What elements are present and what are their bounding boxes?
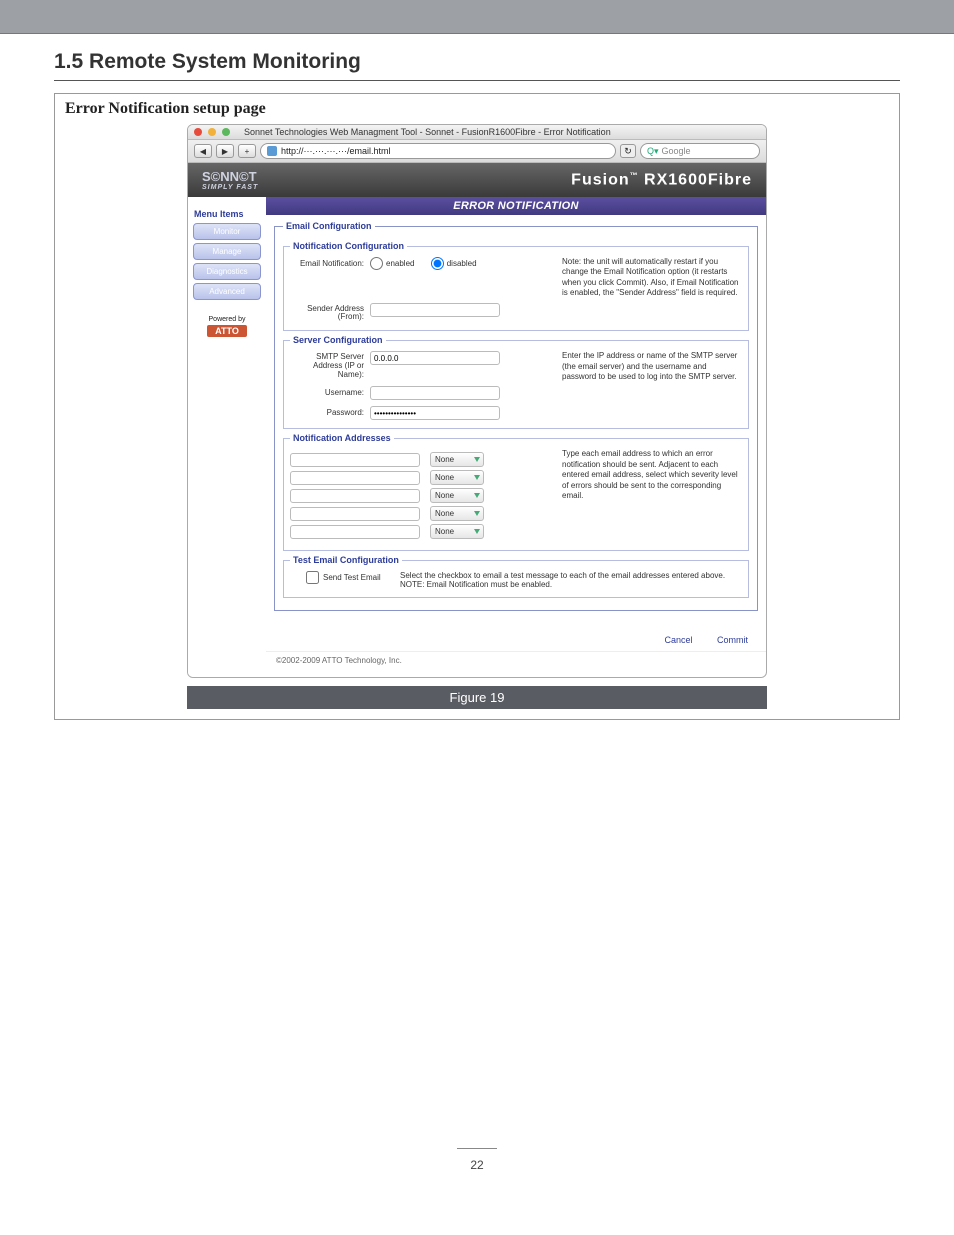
- address-url: http://···.···.···.···/email.html: [281, 146, 391, 156]
- figure-frame: Error Notification setup page Sonnet Tec…: [54, 93, 900, 720]
- notif-email-input-2[interactable]: [290, 471, 420, 485]
- commit-button[interactable]: Commit: [717, 635, 748, 645]
- copyright: ©2002-2009 ATTO Technology, Inc.: [266, 651, 766, 669]
- username-input[interactable]: [370, 386, 500, 400]
- severity-select-4[interactable]: None: [430, 506, 484, 521]
- notification-addresses-group: Notification Addresses None None None No…: [283, 433, 749, 551]
- atto-badge: ATTO: [207, 325, 247, 337]
- close-icon[interactable]: [194, 128, 202, 136]
- page-number: 22: [0, 1158, 954, 1172]
- magnifier-icon: Q▾: [647, 146, 659, 157]
- zoom-icon[interactable]: [222, 128, 230, 136]
- label-smtp-address: SMTP Server Address (IP or Name):: [290, 351, 370, 379]
- search-placeholder: Google: [662, 146, 691, 156]
- sidebar-item-diagnostics[interactable]: Diagnostics: [193, 263, 261, 280]
- severity-select-3[interactable]: None: [430, 488, 484, 503]
- notif-addr-hint: Type each email address to which an erro…: [562, 449, 742, 501]
- site-favicon-icon: [267, 146, 277, 156]
- server-config-hint: Enter the IP address or name of the SMTP…: [562, 351, 742, 382]
- notif-email-input-4[interactable]: [290, 507, 420, 521]
- page-title: ERROR NOTIFICATION: [266, 197, 766, 215]
- reload-button[interactable]: ↻: [620, 144, 636, 158]
- email-configuration-group: Email Configuration Notification Configu…: [274, 221, 758, 611]
- window-title: Sonnet Technologies Web Managment Tool -…: [244, 127, 611, 137]
- sidebar-header: Menu Items: [194, 209, 262, 219]
- brand-logo: S©NN©T: [202, 169, 258, 184]
- browser-window: Sonnet Technologies Web Managment Tool -…: [187, 124, 767, 678]
- notif-config-hint: Note: the unit will automatically restar…: [562, 257, 742, 299]
- notif-email-input-5[interactable]: [290, 525, 420, 539]
- product-name: Fusion™ RX1600Fibre: [571, 171, 752, 189]
- notif-addr-legend: Notification Addresses: [290, 433, 394, 443]
- action-buttons: Cancel Commit: [266, 617, 766, 651]
- browser-toolbar: ◀ ▶ + http://···.···.···.···/email.html …: [188, 140, 766, 163]
- forward-button[interactable]: ▶: [216, 144, 234, 158]
- heading-rule: [54, 80, 900, 81]
- password-input[interactable]: [370, 406, 500, 420]
- severity-select-5[interactable]: None: [430, 524, 484, 539]
- brand-tagline: SIMPLY FAST: [202, 184, 258, 191]
- email-config-legend: Email Configuration: [283, 221, 375, 231]
- sender-address-input[interactable]: [370, 303, 500, 317]
- add-tab-button[interactable]: +: [238, 144, 256, 158]
- powered-by-label: Powered by: [192, 316, 262, 323]
- back-button[interactable]: ◀: [194, 144, 212, 158]
- notification-configuration-group: Notification Configuration Email Notific…: [283, 241, 749, 331]
- sidebar-item-manage[interactable]: Manage: [193, 243, 261, 260]
- label-password: Password:: [290, 406, 370, 417]
- server-configuration-group: Server Configuration SMTP Server Address…: [283, 335, 749, 429]
- severity-select-2[interactable]: None: [430, 470, 484, 485]
- figure-caption: Error Notification setup page: [65, 100, 889, 118]
- severity-select-1[interactable]: None: [430, 452, 484, 467]
- label-email-notification: Email Notification:: [290, 257, 370, 268]
- cancel-button[interactable]: Cancel: [664, 635, 692, 645]
- notif-email-input-3[interactable]: [290, 489, 420, 503]
- content-area: ERROR NOTIFICATION Email Configuration N…: [266, 197, 766, 677]
- search-input[interactable]: Q▾ Google: [640, 143, 760, 159]
- radio-enabled[interactable]: enabled: [370, 257, 414, 270]
- notif-email-input-1[interactable]: [290, 453, 420, 467]
- sidebar-item-monitor[interactable]: Monitor: [193, 223, 261, 240]
- label-username: Username:: [290, 386, 370, 397]
- sidebar: Menu Items Monitor Manage Diagnostics Ad…: [188, 197, 266, 677]
- notif-config-legend: Notification Configuration: [290, 241, 407, 251]
- sidebar-item-advanced[interactable]: Advanced: [193, 283, 261, 300]
- radio-disabled-label: disabled: [447, 259, 477, 268]
- page-footer: 22: [0, 1140, 954, 1172]
- radio-disabled[interactable]: disabled: [431, 257, 477, 270]
- figure-label: Figure 19: [187, 686, 767, 709]
- send-test-email-label: Send Test Email: [323, 573, 381, 582]
- address-bar[interactable]: http://···.···.···.···/email.html: [260, 143, 616, 159]
- test-email-hint: Select the checkbox to email a test mess…: [400, 571, 742, 589]
- window-titlebar: Sonnet Technologies Web Managment Tool -…: [188, 125, 766, 140]
- doc-topbar: [0, 0, 954, 34]
- radio-enabled-label: enabled: [386, 259, 414, 268]
- minimize-icon[interactable]: [208, 128, 216, 136]
- send-test-email-checkbox[interactable]: Send Test Email: [306, 571, 381, 584]
- powered-by: Powered by ATTO: [192, 316, 262, 337]
- product-banner: S©NN©T SIMPLY FAST Fusion™ RX1600Fibre: [188, 163, 766, 197]
- server-config-legend: Server Configuration: [290, 335, 386, 345]
- section-heading: 1.5 Remote System Monitoring: [54, 50, 954, 74]
- label-sender-address: Sender Address (From):: [290, 303, 370, 323]
- test-email-legend: Test Email Configuration: [290, 555, 402, 565]
- test-email-group: Test Email Configuration Send Test Email…: [283, 555, 749, 598]
- smtp-address-input[interactable]: [370, 351, 500, 365]
